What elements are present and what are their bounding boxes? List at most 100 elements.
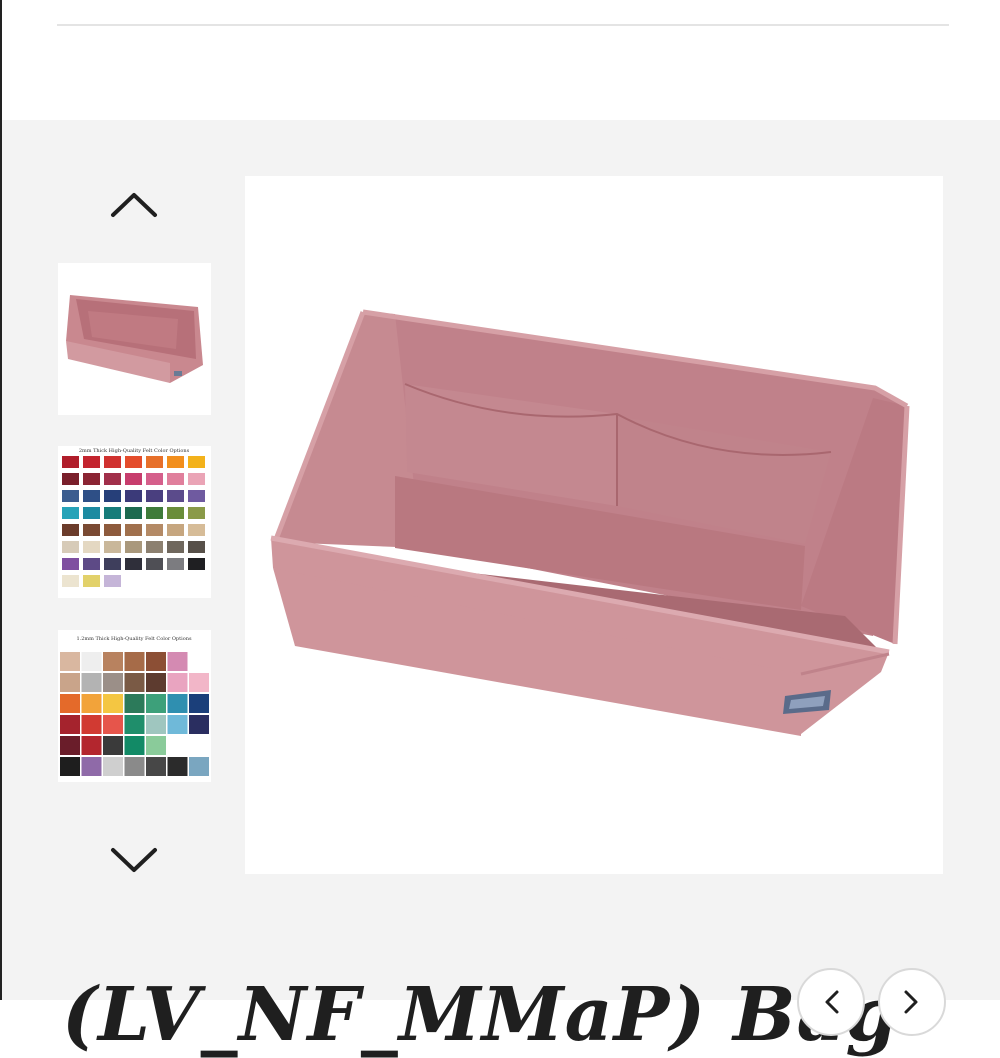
swatch-chart-1-2mm-title: 1.2mm Thick High-Quality Felt Color Opti… xyxy=(76,636,192,642)
swatch-1-2mm xyxy=(167,757,188,776)
swatch-2mm xyxy=(62,456,79,468)
organizer-insert-image xyxy=(270,309,910,736)
thumbnails-down-button[interactable] xyxy=(109,845,159,875)
swatch-1-2mm xyxy=(81,694,102,713)
swatch-1-2mm xyxy=(167,736,188,755)
swatch-2mm xyxy=(104,490,121,502)
swatch-1-2mm xyxy=(146,652,166,671)
swatch-1-2mm xyxy=(189,673,209,692)
swatch-2mm xyxy=(83,524,100,536)
swatch-2mm xyxy=(188,558,205,570)
swatch-1-2mm xyxy=(124,652,145,671)
swatch-1-2mm xyxy=(189,757,209,776)
swatch-1-2mm xyxy=(146,736,166,755)
header-divider xyxy=(57,24,949,26)
swatch-1-2mm xyxy=(146,757,166,776)
swatch-2mm xyxy=(83,575,100,587)
swatch-1-2mm xyxy=(189,736,209,755)
swatch-2mm xyxy=(167,524,184,536)
swatch-2mm xyxy=(146,541,163,553)
swatch-1-2mm xyxy=(124,715,145,734)
swatch-1-2mm xyxy=(103,736,123,755)
swatch-1-2mm xyxy=(60,652,80,671)
swatch-1-2mm xyxy=(60,694,80,713)
swatch-1-2mm xyxy=(146,673,166,692)
chevron-right-icon xyxy=(904,990,918,1014)
swatch-1-2mm xyxy=(103,652,123,671)
swatch-2mm xyxy=(167,558,184,570)
main-product-image[interactable] xyxy=(245,176,943,874)
swatch-1-2mm xyxy=(81,673,102,692)
swatch-1-2mm xyxy=(124,757,145,776)
organizer-thumbnail-image xyxy=(66,295,203,383)
swatch-2mm xyxy=(62,558,79,570)
swatch-2mm xyxy=(62,524,79,536)
swatch-2mm xyxy=(104,575,121,587)
swatch-1-2mm xyxy=(81,715,102,734)
prev-image-button[interactable] xyxy=(797,968,865,1036)
swatch-2mm xyxy=(125,507,142,519)
swatch-1-2mm xyxy=(167,652,188,671)
swatch-2mm xyxy=(125,524,142,536)
next-image-button[interactable] xyxy=(878,968,946,1036)
swatch-2mm xyxy=(62,575,79,587)
swatch-chart-2mm: 2mm Thick High-Quality Felt Color Option… xyxy=(62,448,205,587)
swatch-2mm xyxy=(167,473,184,485)
swatch-1-2mm xyxy=(146,715,166,734)
thumbnails-up-button[interactable] xyxy=(109,190,159,220)
swatch-2mm xyxy=(188,456,205,468)
swatch-2mm xyxy=(167,541,184,553)
swatch-2mm xyxy=(188,575,205,587)
swatch-2mm xyxy=(62,473,79,485)
swatch-2mm xyxy=(146,507,163,519)
thumbnail-organizer[interactable] xyxy=(58,263,211,415)
thumbnail-1-2mm-swatches[interactable]: 1.2mm Thick High-Quality Felt Color Opti… xyxy=(58,630,211,782)
swatch-1-2mm xyxy=(81,757,102,776)
swatch-2mm xyxy=(104,456,121,468)
swatch-2mm xyxy=(83,473,100,485)
chevron-left-icon xyxy=(825,990,839,1014)
swatch-1-2mm xyxy=(167,673,188,692)
product-gallery: 2mm Thick High-Quality Felt Color Option… xyxy=(0,120,1000,1058)
swatch-2mm xyxy=(104,558,121,570)
swatch-2mm xyxy=(188,490,205,502)
swatch-2mm xyxy=(146,575,163,587)
swatch-1-2mm xyxy=(167,715,188,734)
swatch-2mm xyxy=(146,490,163,502)
swatch-chart-2mm-title: 2mm Thick High-Quality Felt Color Option… xyxy=(79,448,190,454)
swatch-2mm xyxy=(167,575,184,587)
swatch-2mm xyxy=(62,507,79,519)
swatch-2mm xyxy=(104,541,121,553)
swatch-2mm xyxy=(83,456,100,468)
swatch-2mm xyxy=(83,490,100,502)
thumbnail-2mm-swatches[interactable]: 2mm Thick High-Quality Felt Color Option… xyxy=(58,446,211,598)
swatch-2mm xyxy=(167,507,184,519)
swatch-2mm xyxy=(167,456,184,468)
swatch-2mm xyxy=(188,541,205,553)
swatch-2mm xyxy=(146,456,163,468)
swatch-2mm xyxy=(62,490,79,502)
swatch-2mm xyxy=(146,473,163,485)
swatch-2mm xyxy=(62,541,79,553)
swatch-2mm xyxy=(125,490,142,502)
swatch-1-2mm xyxy=(103,694,123,713)
chevron-up-icon xyxy=(111,193,157,217)
swatch-1-2mm xyxy=(189,652,209,671)
swatch-2mm xyxy=(188,524,205,536)
swatch-1-2mm xyxy=(103,757,123,776)
swatch-1-2mm xyxy=(60,673,80,692)
swatch-1-2mm xyxy=(146,694,166,713)
swatch-2mm xyxy=(146,524,163,536)
swatch-2mm xyxy=(104,473,121,485)
swatch-2mm xyxy=(167,490,184,502)
swatch-2mm xyxy=(104,507,121,519)
swatch-2mm xyxy=(125,575,142,587)
swatch-2mm xyxy=(83,541,100,553)
swatch-1-2mm xyxy=(189,715,209,734)
swatch-2mm xyxy=(125,473,142,485)
swatch-2mm xyxy=(104,524,121,536)
swatch-2mm xyxy=(83,558,100,570)
swatch-2mm xyxy=(188,473,205,485)
swatch-2mm xyxy=(146,558,163,570)
swatch-1-2mm xyxy=(189,694,209,713)
